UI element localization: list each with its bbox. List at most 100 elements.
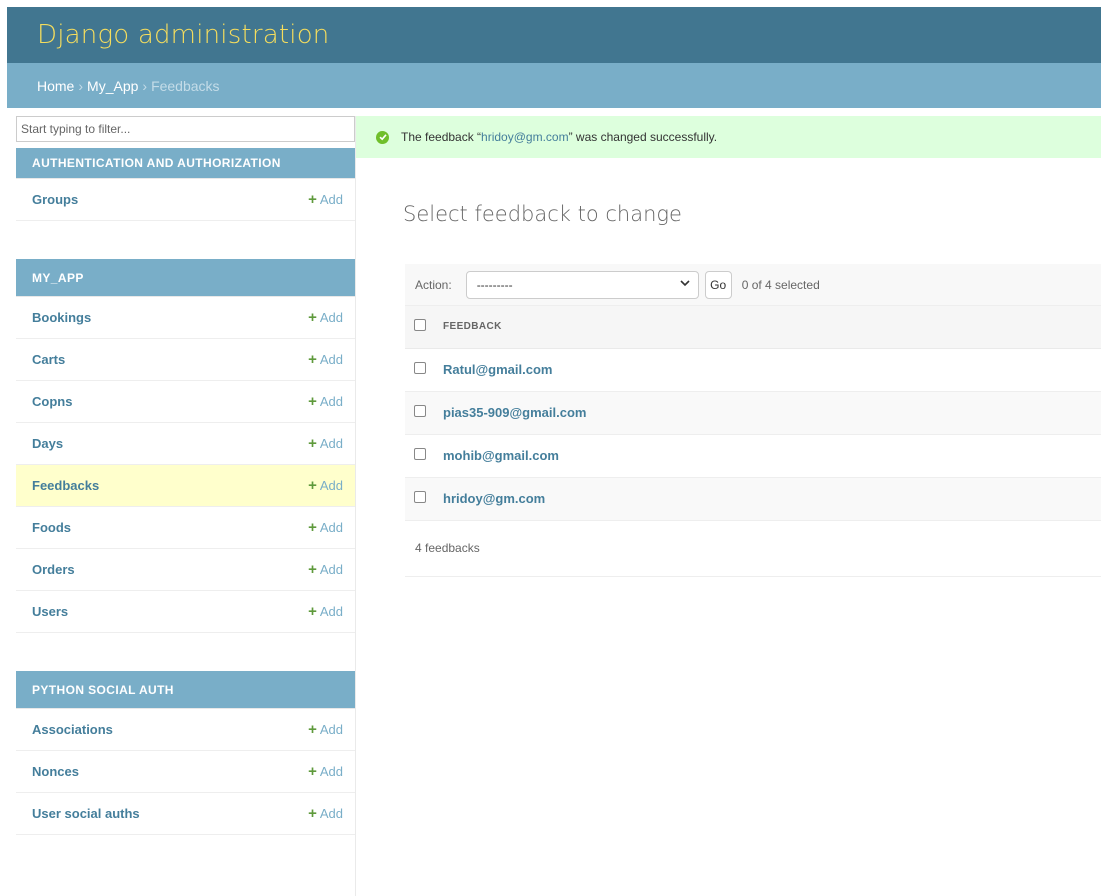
message-object-link[interactable]: hridoy@gm.com [481, 130, 569, 144]
add-link[interactable]: + Add [308, 722, 343, 737]
sidebar-item-days: Days + Add [16, 423, 355, 465]
add-label: Add [319, 394, 343, 409]
add-label: Add [319, 764, 343, 779]
breadcrumb-separator: › [78, 77, 84, 94]
main-content: The feedback “hridoy@gm.com” was changed… [356, 116, 1101, 896]
changelist: Action: --------- Go 0 of 4 selected Fee… [405, 264, 1101, 577]
message-prefix: The feedback “ [401, 130, 482, 144]
model-link[interactable]: Copns [32, 394, 72, 409]
row-cell: Ratul@gmail.com [443, 348, 1101, 392]
add-label: Add [319, 310, 343, 325]
nav-filter-input[interactable] [16, 116, 355, 142]
breadcrumb: Home › My_App › Feedbacks [7, 63, 1101, 108]
model-link[interactable]: Associations [32, 722, 113, 737]
row-link[interactable]: hridoy@gm.com [443, 491, 545, 506]
app-module-auth: Authentication and Authorization Groups … [16, 148, 355, 221]
table-row: hridoy@gm.com [405, 477, 1101, 521]
action-selected-option: --------- [476, 277, 513, 292]
header: Django administration [7, 7, 1101, 63]
add-link[interactable]: + Add [308, 806, 343, 821]
paginator: 4 feedbacks [405, 521, 1101, 577]
add-label: Add [319, 436, 343, 451]
row-checkbox[interactable] [414, 448, 426, 460]
nav-sidebar: Authentication and Authorization Groups … [16, 116, 356, 896]
app-caption[interactable]: Python Social Auth [16, 671, 355, 709]
row-cell: pias35-909@gmail.com [443, 391, 1101, 435]
app-caption[interactable]: Authentication and Authorization [16, 148, 355, 179]
plus-icon: + [308, 191, 317, 208]
sidebar-item-nonces: Nonces + Add [16, 751, 355, 793]
add-label: Add [319, 520, 343, 535]
column-header-feedback[interactable]: Feedback [443, 306, 1101, 349]
row-link[interactable]: mohib@gmail.com [443, 448, 559, 463]
model-link[interactable]: Bookings [32, 310, 91, 325]
sidebar-item-foods: Foods + Add [16, 507, 355, 549]
table-row: pias35-909@gmail.com [405, 391, 1101, 435]
model-link[interactable]: Feedbacks [32, 478, 99, 493]
breadcrumb-app[interactable]: My_App [87, 78, 138, 94]
breadcrumb-home[interactable]: Home [37, 78, 74, 94]
sidebar-item-copns: Copns + Add [16, 381, 355, 423]
add-link[interactable]: + Add [308, 604, 343, 619]
row-checkbox-cell [405, 391, 443, 435]
row-checkbox-cell [405, 434, 443, 478]
table-row: mohib@gmail.com [405, 434, 1101, 478]
sidebar-item-associations: Associations + Add [16, 709, 355, 751]
plus-icon: + [308, 805, 317, 822]
go-button[interactable]: Go [704, 270, 732, 299]
add-link[interactable]: + Add [308, 764, 343, 779]
model-link[interactable]: Users [32, 604, 68, 619]
add-link[interactable]: + Add [308, 394, 343, 409]
sidebar-item-bookings: Bookings + Add [16, 297, 355, 339]
plus-icon: + [308, 309, 317, 326]
plus-icon: + [308, 393, 317, 410]
row-cell: mohib@gmail.com [443, 434, 1101, 478]
add-link[interactable]: + Add [308, 310, 343, 325]
model-link[interactable]: Carts [32, 352, 65, 367]
plus-icon: + [308, 519, 317, 536]
row-link[interactable]: pias35-909@gmail.com [443, 405, 586, 420]
model-link[interactable]: User social auths [32, 806, 140, 821]
breadcrumb-current: Feedbacks [151, 77, 220, 94]
select-all-cell [405, 306, 443, 349]
app-module-social-auth: Python Social Auth Associations + Add Non… [16, 671, 355, 835]
model-link[interactable]: Days [32, 436, 63, 451]
table-header-row: Feedback [405, 306, 1101, 349]
row-checkbox[interactable] [414, 362, 426, 374]
select-all-checkbox[interactable] [414, 319, 426, 332]
app-module-my-app: My_App Bookings + Add Carts + Add Copns + A… [16, 259, 355, 633]
site-name[interactable]: Django administration [37, 20, 330, 50]
add-link[interactable]: + Add [308, 436, 343, 451]
plus-icon: + [308, 603, 317, 620]
row-checkbox[interactable] [414, 491, 426, 503]
success-message: The feedback “hridoy@gm.com” was changed… [356, 116, 1101, 158]
plus-icon: + [308, 477, 317, 494]
selected-count: 0 of 4 selected [741, 277, 820, 292]
sidebar-item-groups: Groups + Add [16, 179, 355, 221]
action-select[interactable]: --------- [465, 270, 699, 299]
add-label: Add [319, 806, 343, 821]
add-label: Add [319, 478, 343, 493]
model-link[interactable]: Foods [32, 520, 71, 535]
model-link[interactable]: Orders [32, 562, 75, 577]
sidebar-item-feedbacks: Feedbacks + Add [16, 465, 355, 507]
app-caption[interactable]: My_App [16, 259, 355, 297]
add-link[interactable]: + Add [308, 478, 343, 493]
add-link[interactable]: + Add [308, 352, 343, 367]
plus-icon: + [308, 351, 317, 368]
add-link[interactable]: + Add [308, 520, 343, 535]
model-link[interactable]: Groups [32, 192, 78, 207]
row-checkbox-cell [405, 477, 443, 521]
add-link[interactable]: + Add [308, 562, 343, 577]
add-link[interactable]: + Add [308, 192, 343, 207]
plus-icon: + [308, 435, 317, 452]
model-link[interactable]: Nonces [32, 764, 79, 779]
row-checkbox[interactable] [414, 405, 426, 417]
add-label: Add [319, 604, 343, 619]
row-link[interactable]: Ratul@gmail.com [443, 362, 552, 377]
page-title: Select feedback to change [403, 202, 682, 226]
checkmark-icon [376, 130, 389, 144]
plus-icon: + [308, 721, 317, 738]
plus-icon: + [308, 561, 317, 578]
row-cell: hridoy@gm.com [443, 477, 1101, 521]
